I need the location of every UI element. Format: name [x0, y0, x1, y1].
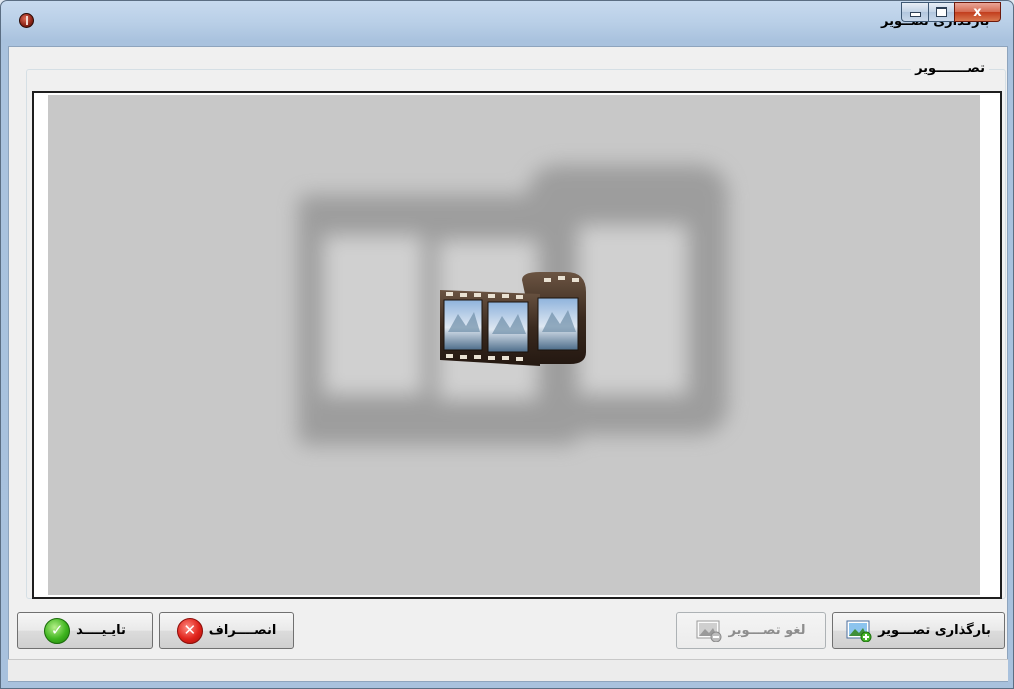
title-bar[interactable]: بارگذاری تصــویر x [1, 1, 1013, 41]
load-image-label: بارگذاری تصـــویر [878, 623, 991, 638]
app-icon[interactable] [19, 13, 34, 28]
minimize-button[interactable] [901, 2, 928, 22]
image-add-icon [846, 620, 872, 642]
status-bar [8, 659, 1008, 681]
clear-image-label: لغو تصـــویر [728, 623, 806, 638]
maximize-icon [936, 7, 947, 17]
image-upload-window: بارگذاری تصــویر x تصـــــــویر [0, 0, 1014, 689]
clear-image-button[interactable]: لغو تصـــویر [676, 612, 826, 649]
load-image-button[interactable]: بارگذاری تصـــویر [832, 612, 1005, 649]
cancel-label: انصــــراف [208, 623, 277, 638]
confirm-label: تایـیــــد [76, 623, 126, 638]
maximize-button[interactable] [928, 2, 954, 22]
dialog-client-area: تصـــــــویر [8, 46, 1008, 682]
close-button[interactable]: x [954, 2, 1001, 22]
minimize-icon [909, 12, 921, 17]
check-circle-icon: ✓ [44, 617, 71, 644]
caption-buttons: x [901, 2, 1001, 22]
image-remove-icon [696, 620, 722, 642]
button-bar: بارگذاری تصـــویر لغو تصـــویر انصــــرا… [8, 612, 1008, 652]
cancel-button[interactable]: انصــــراف ✕ [159, 612, 294, 649]
confirm-button[interactable]: تایـیــــد ✓ [17, 612, 153, 649]
close-icon: x [973, 4, 982, 20]
image-group-title: تصـــــــویر [911, 61, 989, 76]
close-circle-icon: ✕ [176, 617, 203, 644]
image-preview-frame [32, 91, 1002, 599]
image-preview[interactable] [48, 95, 980, 595]
film-strip-icon [440, 272, 586, 366]
